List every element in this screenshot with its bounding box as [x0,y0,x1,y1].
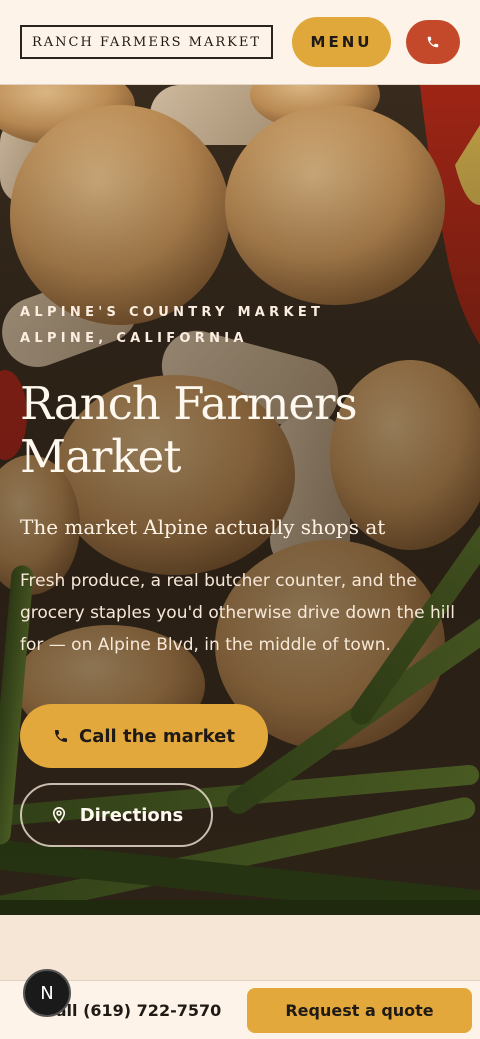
hero-description: Fresh produce, a real butcher counter, a… [20,571,455,655]
hero-eyebrow-line2: ALPINE, CALIFORNIA [20,331,248,346]
hero-section: ALPINE'S COUNTRY MARKET ALPINE, CALIFORN… [0,85,480,915]
hero-eyebrow-line1: ALPINE'S COUNTRY MARKET [20,305,325,320]
hero-subtitle: The market Alpine actually shops at [20,515,386,539]
site-logo[interactable]: RANCH FARMERS MARKET [20,25,273,59]
phone-icon [427,36,439,48]
directions-label: Directions [79,804,184,826]
phone-icon [55,730,68,742]
hero-title: Ranch Farmers Market [20,377,358,483]
directions-button[interactable]: Directions [20,783,213,847]
request-quote-button[interactable]: Request a quote [247,988,472,1033]
call-market-label: Call the market [79,725,235,747]
bottom-call-link[interactable]: Call (619) 722-7570 [44,1001,221,1020]
menu-button[interactable]: MENU [292,17,391,67]
header-call-button[interactable] [406,20,460,64]
call-market-button[interactable]: Call the market [20,704,268,768]
location-pin-icon [52,807,65,824]
floating-n-badge[interactable]: N [23,969,71,1017]
sticky-bottom-bar: Call (619) 722-7570 Request a quote [0,980,480,1039]
site-header: RANCH FARMERS MARKET MENU [0,0,480,85]
